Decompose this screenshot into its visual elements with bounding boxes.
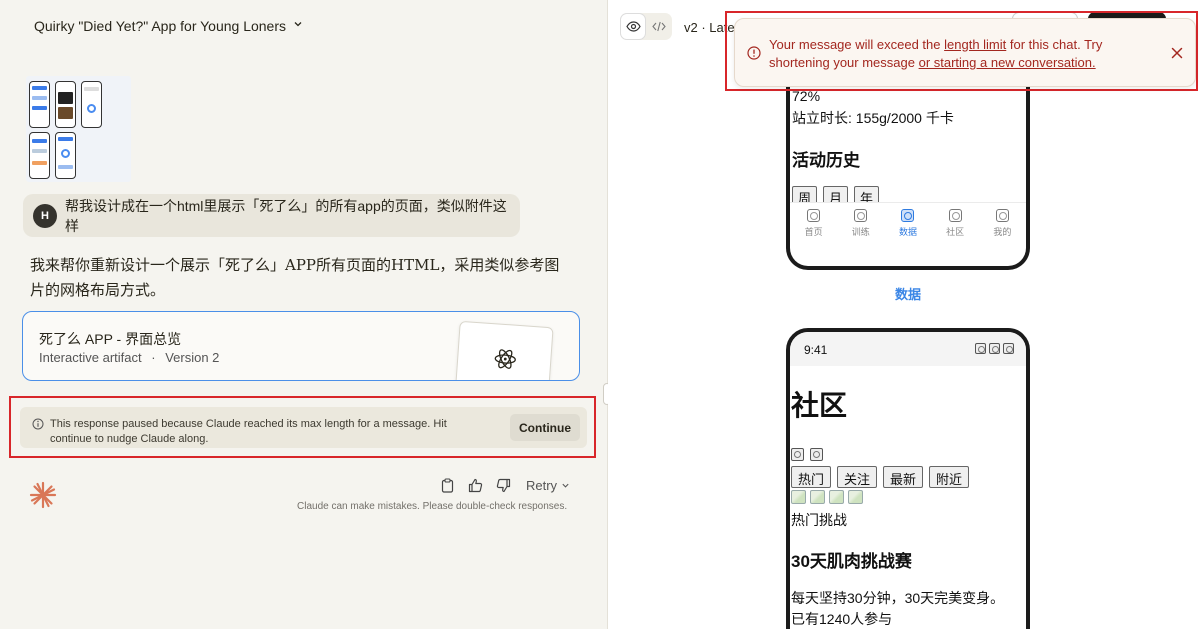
- thumbs-down-icon[interactable]: [496, 478, 511, 493]
- chat-pane: Quirky "Died Yet?" App for Young Loners …: [0, 0, 607, 629]
- stand-duration: 站立时长: 155g/2000 千卡: [792, 110, 954, 126]
- broken-image-icon: [810, 490, 825, 504]
- challenge-desc-line: 每天坚持30分钟，30天完美变身。: [791, 590, 1005, 606]
- broken-image-icon: [848, 490, 863, 504]
- activity-history-title: 活动历史: [792, 151, 860, 170]
- filter-latest[interactable]: 最新: [883, 466, 924, 488]
- filter-following[interactable]: 关注: [837, 466, 878, 488]
- toast-text: Your message will exceed the: [769, 37, 945, 52]
- length-limit-toast: Your message will exceed the length limi…: [734, 18, 1196, 87]
- paused-notice-text: This response paused because Claude reac…: [50, 418, 447, 445]
- tab-data[interactable]: 数据: [899, 209, 917, 246]
- code-toggle[interactable]: [646, 13, 672, 40]
- user-avatar: H: [33, 203, 57, 228]
- thumb-phone: [29, 81, 50, 128]
- notification-icon[interactable]: [810, 448, 823, 461]
- claude-spark-icon: [28, 480, 58, 515]
- filter-hot[interactable]: 热门: [791, 466, 832, 488]
- artifact-title: 死了么 APP - 界面总览: [39, 331, 182, 347]
- continue-button[interactable]: Continue: [510, 414, 580, 441]
- training-icon: [854, 209, 868, 222]
- home-icon: [807, 209, 821, 222]
- close-icon[interactable]: [1169, 45, 1185, 61]
- challenge-description: 每天坚持30分钟，30天完美变身。 已有1240人参与: [791, 588, 1021, 629]
- paused-notice-highlight: This response paused because Claude reac…: [9, 396, 596, 458]
- tab-community[interactable]: 社区: [946, 209, 964, 246]
- info-icon: [32, 417, 44, 435]
- artifact-preview-pane: v2 · Late 72% 站立时长: 155g/2000 千卡 活动历史 周 …: [608, 0, 1200, 629]
- artifact-separator: ·: [151, 350, 156, 365]
- toast-message: Your message will exceed the length limi…: [769, 36, 1149, 72]
- status-icons: [975, 343, 1014, 354]
- status-bar: 9:41: [790, 332, 1026, 366]
- eye-icon: [625, 21, 641, 32]
- attachment-thumbnail[interactable]: [26, 76, 131, 182]
- disclaimer-text: Claude can make mistakes. Please double-…: [297, 501, 568, 512]
- view-toggle: [620, 13, 672, 40]
- tab-label: 数据: [898, 227, 917, 237]
- message-actions: Retry: [440, 478, 570, 493]
- user-message-text: 帮我设计成在一个html里展示「死了么」的所有app的页面，类似附件这样: [64, 197, 507, 234]
- battery-icon: [1003, 343, 1014, 354]
- artifact-preview-card: [454, 320, 554, 380]
- tab-label: 训练: [851, 227, 870, 237]
- preview-toggle[interactable]: [620, 13, 646, 40]
- phone-caption: 数据: [895, 287, 922, 302]
- challenge-participants: 已有1240人参与: [791, 611, 893, 627]
- tab-label: 社区: [946, 227, 965, 237]
- wifi-icon: [989, 343, 1000, 354]
- tab-label: 首页: [804, 227, 823, 237]
- challenge-title: 30天肌肉挑战赛: [791, 552, 912, 571]
- artifact-version: Version 2: [165, 350, 220, 365]
- thumbs-up-icon[interactable]: [468, 478, 483, 493]
- artifact-subtitle: Interactive artifact · Version 2: [39, 350, 219, 365]
- thumb-phone: [81, 81, 102, 128]
- status-time: 9:41: [804, 343, 828, 357]
- atom-icon: [494, 349, 516, 369]
- tab-label: 我的: [993, 227, 1012, 237]
- tab-bar: 首页 训练 数据 社区 我的: [790, 202, 1026, 246]
- data-icon: [901, 209, 915, 222]
- broken-image-icon: [829, 490, 844, 504]
- community-title: 社区: [791, 390, 848, 421]
- assistant-message-text: 我来帮你重新设计一个展示「死了么」APP所有页面的HTML，采用类似参考图片的网…: [30, 256, 560, 299]
- image-placeholders: [791, 490, 863, 504]
- alert-icon: [747, 46, 761, 65]
- phone-mockup-community: 9:41 社区 热门 关注 最新 附近 热门挑战 30天肌肉挑战赛 每天坚持30…: [786, 328, 1030, 629]
- code-icon: [652, 21, 666, 32]
- length-limit-link[interactable]: length limit: [944, 37, 1006, 52]
- filter-nearby[interactable]: 附近: [929, 466, 970, 488]
- broken-image-icon: [791, 490, 806, 504]
- conversation-title-menu[interactable]: Quirky "Died Yet?" App for Young Loners: [34, 18, 303, 34]
- chevron-down-icon: [293, 19, 303, 32]
- user-message: H 帮我设计成在一个html里展示「死了么」的所有app的页面，类似附件这样: [23, 194, 520, 237]
- filter-buttons: 热门 关注 最新 附近: [791, 466, 970, 488]
- tab-training[interactable]: 训练: [852, 209, 870, 246]
- thumb-phone: [55, 81, 76, 128]
- signal-icon: [975, 343, 986, 354]
- tab-home[interactable]: 首页: [805, 209, 823, 246]
- conversation-title: Quirky "Died Yet?" App for Young Loners: [34, 18, 287, 34]
- retry-button[interactable]: Retry: [526, 478, 570, 493]
- artifact-type: Interactive artifact: [39, 350, 142, 365]
- retry-label: Retry: [526, 478, 558, 493]
- chevron-down-icon: [561, 478, 570, 493]
- profile-icon: [995, 209, 1009, 222]
- new-conversation-link[interactable]: or starting a new conversation.: [919, 55, 1096, 70]
- paused-notice: This response paused because Claude reac…: [20, 407, 587, 448]
- search-icon[interactable]: [791, 448, 804, 461]
- tab-mine[interactable]: 我的: [993, 209, 1011, 246]
- thumb-phone: [29, 132, 50, 179]
- thumb-phone: [55, 132, 76, 179]
- artifact-card[interactable]: 死了么 APP - 界面总览 Interactive artifact · Ve…: [22, 311, 580, 381]
- hot-challenges-label: 热门挑战: [791, 512, 847, 528]
- community-icon: [948, 209, 962, 222]
- header-icons: [791, 448, 823, 461]
- copy-icon[interactable]: [440, 478, 455, 493]
